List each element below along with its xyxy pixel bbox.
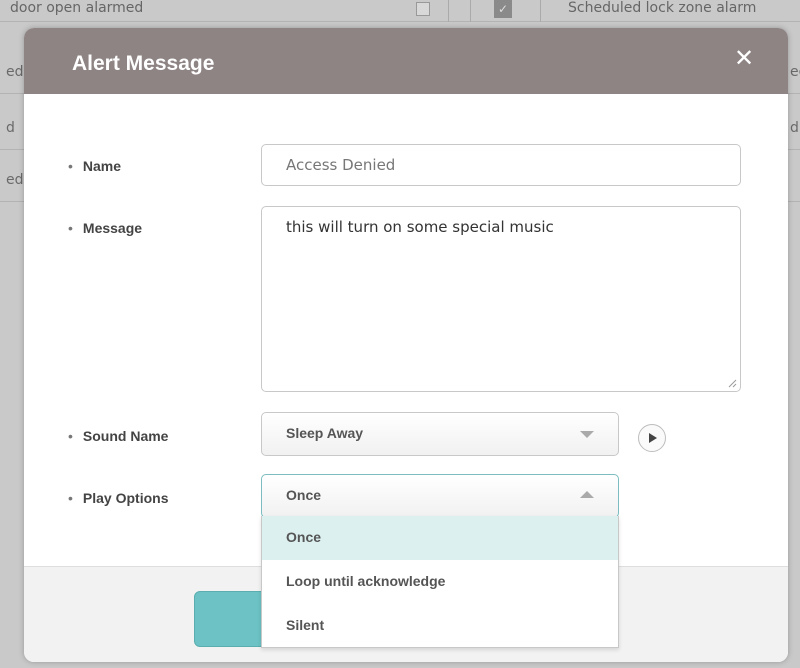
dropdown-option-silent[interactable]: Silent	[262, 604, 618, 648]
background-row-header: door open alarmed ✓ Scheduled lock zone …	[0, 0, 800, 22]
play-icon	[649, 433, 657, 443]
checkmark-icon[interactable]: ✓	[494, 0, 512, 18]
dropdown-option-once[interactable]: Once	[262, 516, 618, 560]
play-options-value: Once	[286, 487, 322, 503]
bullet-icon: •	[68, 158, 73, 174]
background-row-text: door open alarmed	[10, 0, 144, 16]
sound-name-label-text: Sound Name	[82, 428, 169, 444]
sound-name-label: • Sound Name	[68, 428, 168, 444]
name-label: • Name	[68, 158, 121, 174]
background-cell: ed	[6, 64, 24, 80]
dropdown-option-loop[interactable]: Loop until acknowledge	[262, 560, 618, 604]
background-cell: d	[6, 120, 15, 136]
chevron-up-icon	[580, 491, 594, 498]
background-cell: ed	[6, 172, 24, 188]
sound-name-value: Sleep Away	[286, 425, 364, 441]
name-input[interactable]: Access Denied	[261, 144, 741, 186]
play-options-dropdown: Once Loop until acknowledge Silent	[261, 516, 619, 648]
dialog-title: Alert Message	[72, 52, 215, 75]
background-row-text: Scheduled lock zone alarm	[568, 0, 757, 16]
message-text: this will turn on some special music	[286, 218, 554, 236]
column-divider	[540, 0, 541, 22]
column-divider	[470, 0, 471, 22]
message-label: • Message	[68, 220, 142, 236]
chevron-down-icon	[580, 431, 594, 438]
resize-grip-icon[interactable]	[727, 378, 737, 388]
sound-name-select[interactable]: Sleep Away	[261, 412, 619, 456]
background-cell: d	[790, 120, 799, 136]
bullet-icon: •	[68, 428, 73, 444]
dialog-header: Alert Message ✕	[24, 28, 788, 94]
message-textarea[interactable]: this will turn on some special music	[261, 206, 741, 392]
name-label-text: Name	[82, 158, 122, 174]
bullet-icon: •	[68, 220, 73, 236]
checkbox-icon[interactable]	[416, 2, 430, 16]
message-label-text: Message	[82, 220, 143, 236]
column-divider	[448, 0, 449, 22]
play-options-label-text: Play Options	[82, 490, 169, 506]
play-sound-button[interactable]	[638, 424, 666, 452]
play-options-select[interactable]: Once	[261, 474, 619, 518]
play-options-label: • Play Options	[68, 490, 168, 506]
background-cell: ec	[790, 64, 800, 80]
bullet-icon: •	[68, 490, 73, 506]
close-icon[interactable]: ✕	[732, 46, 756, 70]
